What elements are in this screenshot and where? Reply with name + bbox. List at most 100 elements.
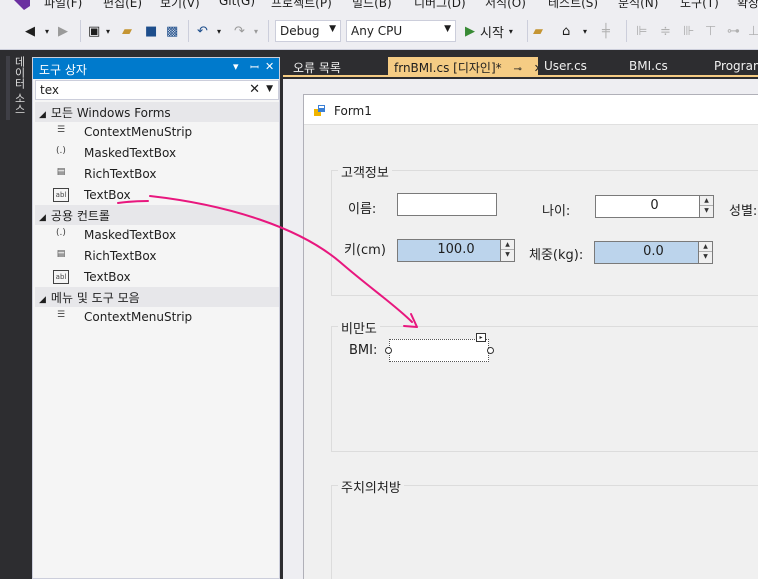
prescription-group[interactable]: 주치의처방	[331, 477, 758, 579]
spin-down-icon[interactable]: ▼	[699, 252, 712, 262]
spin-up-icon[interactable]: ▲	[501, 240, 514, 250]
toolbox-group-menus-toolbars[interactable]: ◢ 메뉴 및 도구 모음	[35, 287, 279, 307]
save-all-icon[interactable]: ▩	[166, 21, 178, 41]
close-icon[interactable]: ✕	[265, 60, 274, 73]
align-grid-icon[interactable]: ╪	[602, 21, 610, 41]
toolbox-item-label: TextBox	[84, 270, 131, 284]
chevron-down-icon[interactable]: ▼	[266, 84, 273, 94]
resize-handle-left[interactable]	[385, 347, 392, 354]
menu-format[interactable]: 서식(O)	[485, 0, 526, 11]
age-spinner[interactable]: ▲ ▼	[699, 196, 713, 217]
toolbox-item-contextmenustrip[interactable]: ☰ ContextMenuStrip	[35, 122, 279, 143]
clear-search-icon[interactable]: ✕	[249, 82, 260, 97]
new-item-dropdown-icon[interactable]: ▾	[106, 21, 110, 41]
form-icon	[314, 105, 325, 116]
menu-view[interactable]: 보기(V)	[160, 0, 200, 11]
collapse-triangle-icon: ◢	[39, 110, 46, 120]
toolbox-item-textbox[interactable]: abl TextBox	[35, 267, 279, 288]
toolbox-item-contextmenustrip[interactable]: ☰ ContextMenuStrip	[35, 307, 279, 328]
back-icon[interactable]: ◀	[25, 21, 35, 41]
tab-user-cs[interactable]: User.cs	[538, 57, 623, 77]
spin-up-icon[interactable]: ▲	[699, 242, 712, 252]
menu-debug[interactable]: 디버그(D)	[414, 0, 466, 11]
undo-icon[interactable]: ↶	[197, 21, 208, 41]
tab-bmi-cs[interactable]: BMI.cs	[623, 57, 708, 77]
weight-numeric[interactable]: 0.0 ▲ ▼	[594, 241, 713, 264]
view-icon[interactable]: ⌂	[562, 21, 570, 41]
menu-build[interactable]: 빌드(B)	[352, 0, 392, 11]
start-label: 시작	[480, 25, 504, 41]
spin-up-icon[interactable]: ▲	[700, 196, 713, 206]
resize-handle-right[interactable]	[487, 347, 494, 354]
toolbox-item-maskedtextbox[interactable]: (.) MaskedTextBox	[35, 225, 279, 246]
menu-project[interactable]: 프로젝트(P)	[271, 0, 332, 11]
toolbox-item-textbox[interactable]: abl TextBox	[35, 185, 279, 206]
height-numeric[interactable]: 100.0 ▲ ▼	[397, 239, 515, 262]
toolbox-item-label: RichTextBox	[84, 167, 157, 181]
new-item-icon[interactable]: ▣	[88, 21, 100, 41]
play-icon: ▶	[465, 23, 475, 39]
context-menu-icon: ☰	[56, 125, 66, 135]
align-bottom-icon[interactable]: ⊥	[748, 21, 758, 41]
toolbox-item-richtextbox[interactable]: ▤ RichTextBox	[35, 164, 279, 185]
weight-value: 0.0	[643, 244, 664, 259]
start-debug-button[interactable]: ▶ 시작 ▾	[465, 21, 513, 41]
menu-file[interactable]: 파일(F)	[44, 0, 82, 11]
height-spinner[interactable]: ▲ ▼	[500, 240, 514, 261]
solution-config-select[interactable]: Debug ▼	[275, 20, 341, 42]
spin-down-icon[interactable]: ▼	[700, 206, 713, 216]
align-middle-icon[interactable]: ⊶	[727, 21, 740, 41]
gender-label: 성별:	[729, 204, 758, 219]
toolbox-group-all-windows-forms[interactable]: ◢ 모든 Windows Forms	[35, 102, 279, 122]
chevron-down-icon: ▼	[329, 24, 336, 34]
back-dropdown-icon[interactable]: ▾	[45, 21, 49, 41]
menu-extensions[interactable]: 확장	[737, 0, 758, 11]
toolbox-item-richtextbox[interactable]: ▤ RichTextBox	[35, 246, 279, 267]
redo-icon[interactable]: ↷	[234, 21, 245, 41]
tab-error-list[interactable]: 오류 목록	[287, 57, 387, 77]
save-icon[interactable]: ■	[145, 21, 157, 41]
masked-textbox-icon: (.)	[56, 146, 66, 156]
spin-down-icon[interactable]: ▼	[501, 250, 514, 260]
tab-frnbmi-design[interactable]: frnBMI.cs [디자인]* ⊸ ✕	[388, 57, 538, 77]
side-rail: 데이터 소스	[0, 50, 29, 579]
tab-program[interactable]: Program	[708, 57, 758, 77]
menu-test[interactable]: 테스트(S)	[548, 0, 598, 11]
weight-label: 체중(kg):	[529, 248, 584, 263]
form-window[interactable]: Form1 고객정보 이름: 나이: 0 ▲ ▼ 성별: 키(cm) 100.0…	[303, 94, 758, 579]
align-top-icon[interactable]: ⊤	[705, 21, 716, 41]
name-textbox[interactable]	[397, 193, 497, 216]
toolbox-group-common-controls[interactable]: ◢ 공용 컨트롤	[35, 205, 279, 225]
forward-icon[interactable]: ▶	[58, 21, 68, 41]
browse-folder-icon[interactable]: ▰	[533, 21, 543, 41]
group-title: 고객정보	[338, 162, 392, 181]
customer-info-group[interactable]: 고객정보	[331, 162, 758, 296]
menu-edit[interactable]: 편집(E)	[103, 0, 142, 11]
view-dropdown-icon[interactable]: ▾	[583, 21, 587, 41]
age-numeric[interactable]: 0 ▲ ▼	[595, 195, 714, 218]
toolbox-search-input[interactable]: tex ✕ ▼	[35, 80, 279, 100]
toolbox-item-label: ContextMenuStrip	[84, 310, 193, 324]
align-right-icon[interactable]: ⊪	[683, 21, 694, 41]
undo-dropdown-icon[interactable]: ▾	[217, 21, 221, 41]
solution-platform-select[interactable]: Any CPU ▼	[346, 20, 456, 42]
toolbox-item-label: TextBox	[84, 188, 131, 202]
align-center-icon[interactable]: ≑	[660, 21, 671, 41]
menu-tools[interactable]: 도구(T)	[680, 0, 719, 11]
tab-label: 오류 목록	[293, 61, 341, 75]
smart-tag-icon[interactable]: ▸	[476, 333, 486, 342]
menu-git[interactable]: Git(G)	[219, 0, 255, 8]
redo-dropdown-icon[interactable]: ▾	[254, 21, 258, 41]
toolbox-item-label: RichTextBox	[84, 249, 157, 263]
pin-icon[interactable]: ꟷ	[250, 60, 259, 75]
weight-spinner[interactable]: ▲ ▼	[698, 242, 712, 263]
toolbox-item-maskedtextbox[interactable]: (.) MaskedTextBox	[35, 143, 279, 164]
window-position-icon[interactable]: ▾	[233, 60, 239, 73]
open-folder-icon[interactable]: ▰	[122, 21, 132, 41]
menu-analyze[interactable]: 분석(N)	[618, 0, 658, 11]
bmi-textbox-selected[interactable]	[389, 339, 489, 362]
collapse-triangle-icon: ◢	[39, 213, 46, 223]
pin-icon[interactable]: ⊸	[513, 64, 521, 75]
height-value: 100.0	[437, 242, 475, 257]
align-left-icon[interactable]: ⊫	[636, 21, 647, 41]
